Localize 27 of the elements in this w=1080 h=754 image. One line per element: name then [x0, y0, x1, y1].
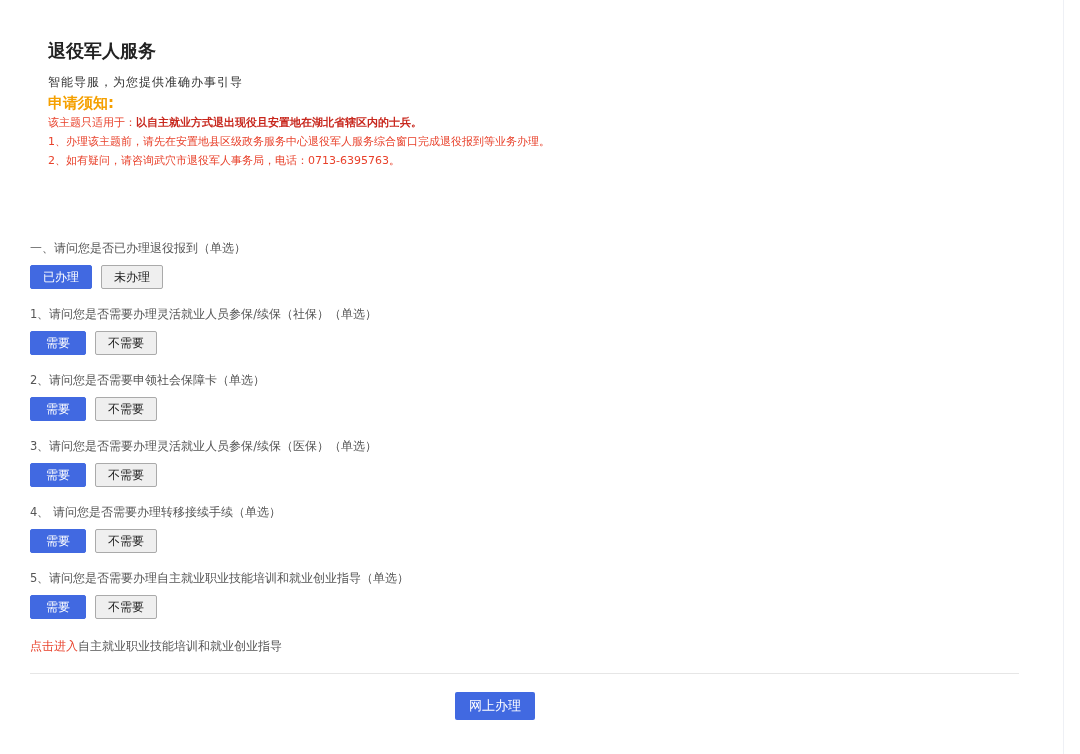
option-button[interactable]: 已办理 — [30, 265, 92, 289]
enter-link[interactable]: 点击进入 — [30, 637, 78, 655]
option-button[interactable]: 未办理 — [101, 265, 163, 289]
notice-line: 2、如有疑问，请咨询武穴市退役军人事务局，电话：0713-6395763。 — [48, 153, 401, 169]
option-button[interactable]: 需要 — [30, 463, 86, 487]
option-button[interactable]: 不需要 — [95, 595, 157, 619]
guide-text: 自主就业职业技能培训和就业创业指导 — [78, 638, 282, 655]
subtitle: 智能导服，为您提供准确办事引导 — [48, 74, 244, 91]
option-button[interactable]: 需要 — [30, 397, 86, 421]
question-label: 2、请问您是否需要申领社会保障卡（单选） — [30, 372, 267, 389]
option-button[interactable]: 需要 — [30, 331, 86, 355]
question-label: 1、请问您是否需要办理灵活就业人员参保/续保（社保）（单选） — [30, 306, 379, 323]
submit-button[interactable]: 网上办理 — [454, 692, 535, 720]
page-title: 退役军人服务 — [48, 39, 157, 63]
question-label: 3、请问您是否需要办理灵活就业人员参保/续保（医保）（单选） — [30, 438, 379, 455]
question-label: 一、请问您是否已办理退役报到（单选） — [30, 240, 247, 257]
notice-line: 该主题只适用于：以自主就业方式退出现役且安置地在湖北省辖区内的士兵。 — [48, 115, 423, 131]
option-button[interactable]: 需要 — [30, 595, 86, 619]
option-button[interactable]: 不需要 — [95, 463, 157, 487]
option-button[interactable]: 不需要 — [95, 529, 157, 553]
question-label: 4、 请问您是否需要办理转移接续手续（单选） — [30, 504, 282, 521]
option-button[interactable]: 不需要 — [95, 331, 157, 355]
option-button[interactable]: 需要 — [30, 529, 86, 553]
option-button[interactable]: 不需要 — [95, 397, 157, 421]
notice-line: 1、办理该主题前，请先在安置地县区级政务服务中心退役军人服务综合窗口完成退役报到等业务办理。 — [48, 134, 551, 150]
notice-heading: 申请须知: — [48, 93, 115, 113]
question-label: 5、请问您是否需要办理自主就业职业技能培训和就业创业指导（单选） — [30, 570, 411, 587]
